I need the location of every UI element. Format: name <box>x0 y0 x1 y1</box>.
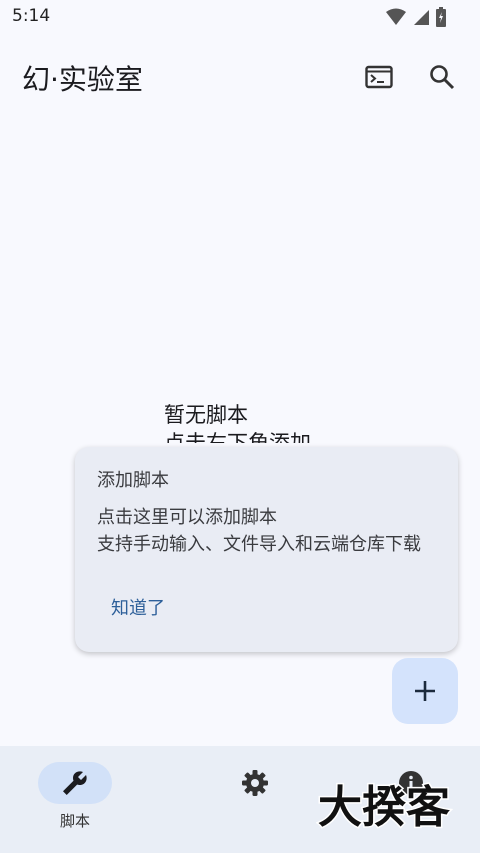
watermark-mark: 大揆客 <box>317 781 452 835</box>
empty-state: 暂无脚本 点击右下角添加 <box>164 401 311 443</box>
add-script-fab[interactable] <box>392 658 458 724</box>
nav-item-scripts[interactable]: 脚本 <box>0 746 120 853</box>
search-button[interactable] <box>425 60 459 94</box>
signal-icon <box>414 10 429 25</box>
empty-state-hint: 点击右下角添加 <box>164 431 311 443</box>
tooltip-body-line: 点击这里可以添加脚本 <box>97 507 277 528</box>
terminal-icon <box>365 65 393 89</box>
tooltip-body-line: 支持手动输入、文件导入和云端仓库下载 <box>97 534 421 555</box>
add-script-tooltip: 添加脚本 点击这里可以添加脚本 支持手动输入、文件导入和云端仓库下载 知道了 <box>75 447 458 652</box>
app-title: 幻·实验室 <box>22 63 143 96</box>
tooltip-title: 添加脚本 <box>97 470 169 491</box>
terminal-button[interactable] <box>362 60 396 94</box>
tooltip-body: 点击这里可以添加脚本 支持手动输入、文件导入和云端仓库下载 <box>97 504 421 558</box>
plus-icon <box>415 681 435 701</box>
got-it-button[interactable]: 知道了 <box>101 590 175 624</box>
status-icons <box>386 7 446 27</box>
nav-pill <box>218 762 292 804</box>
svg-text:大揆客: 大揆客 <box>318 782 450 830</box>
app-bar: 幻·实验室 <box>0 48 480 104</box>
search-icon <box>430 65 455 90</box>
nav-active-indicator <box>38 762 112 804</box>
status-time: 5:14 <box>12 6 51 26</box>
nav-item-settings[interactable] <box>180 746 300 853</box>
wifi-icon <box>386 8 406 25</box>
gear-icon <box>242 770 268 796</box>
battery-icon <box>436 7 446 27</box>
status-bar: 5:14 <box>0 0 480 34</box>
wrench-icon <box>63 771 87 795</box>
watermark-logo: 大揆客 <box>316 778 462 835</box>
empty-state-title: 暂无脚本 <box>164 403 248 427</box>
nav-label-scripts: 脚本 <box>59 812 90 830</box>
